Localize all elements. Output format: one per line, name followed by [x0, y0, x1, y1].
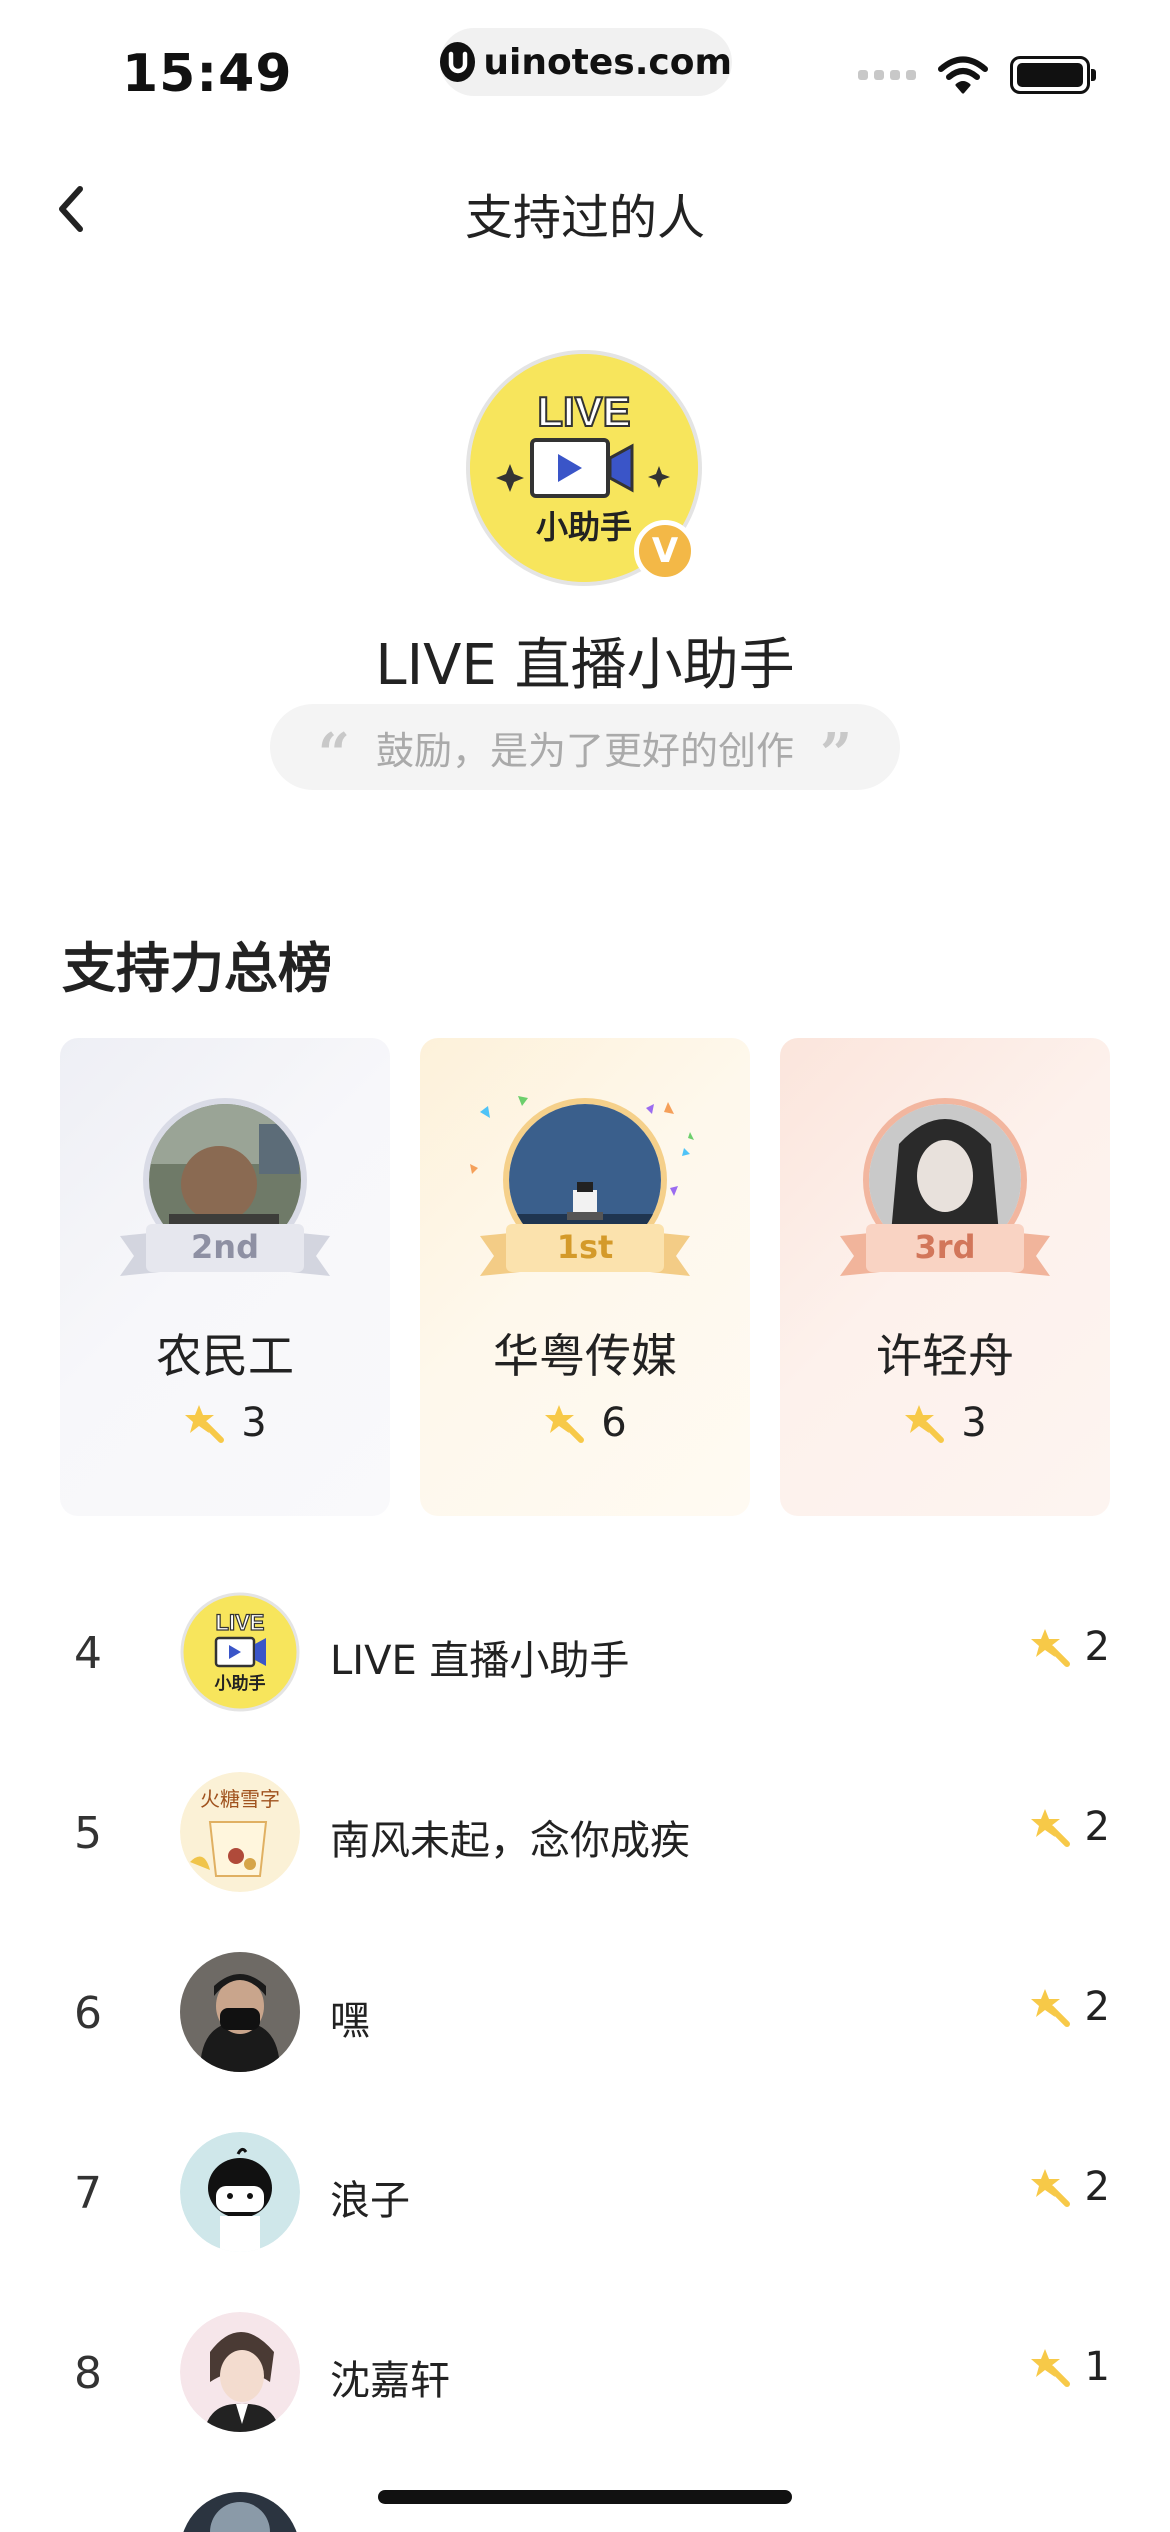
avatar [180, 2312, 300, 2432]
avatar [180, 1952, 300, 2072]
magic-wand-icon [1030, 2349, 1070, 2387]
list-item[interactable]: 5 火糖雪字 南风未起，念你成疾 2 [0, 1772, 1170, 1892]
avatar: LIVE 小助手 [180, 1592, 300, 1712]
podium-card-2nd[interactable]: 2nd 农民工 3 [60, 1038, 390, 1516]
list-score: 2 [1029, 1984, 1110, 2030]
leaderboard-title: 支持力总榜 [62, 937, 332, 1000]
motto-text: 鼓励，是为了更好的创作 [375, 728, 794, 773]
svg-text:火糖雪字: 火糖雪字 [200, 1787, 280, 1811]
open-quote-icon: “ [317, 721, 350, 787]
list-score: 2 [1029, 2164, 1110, 2210]
page-title: 支持过的人 [464, 190, 705, 246]
cellular-signal-icon [858, 70, 916, 80]
magic-wand-icon [1030, 2169, 1070, 2207]
svg-text:小助手: 小助手 [215, 1673, 266, 1694]
list-rank: 8 [74, 2348, 102, 2399]
supporters-page: 15:49 uinotes.com 支持过的人 LIVE 小助手 V LIVE … [0, 0, 1170, 2532]
verified-badge: V [634, 520, 696, 582]
magic-wand-icon [185, 1405, 225, 1443]
podium-score: 3 [780, 1400, 1110, 1446]
podium-score: 6 [420, 1400, 750, 1446]
magic-wand-icon [1030, 1989, 1070, 2027]
url-pill[interactable]: uinotes.com [440, 28, 732, 96]
url-text: uinotes.com [483, 41, 732, 83]
podium-name: 许轻舟 [876, 1329, 1014, 1383]
motto-pill: “ 鼓励，是为了更好的创作 ” [270, 704, 900, 790]
magic-wand-icon [545, 1405, 585, 1443]
list-score: 2 [1029, 1624, 1110, 1670]
podium-card-1st[interactable]: 1st 华粤传媒 6 [420, 1038, 750, 1516]
list-item[interactable]: 7 浪子 2 [0, 2132, 1170, 2252]
rank-label: 2nd [191, 1228, 259, 1266]
list-name: 嘿 [330, 1998, 370, 2044]
list-item[interactable]: 6 嘿 2 [0, 1952, 1170, 2072]
podium-card-3rd[interactable]: 3rd 许轻舟 3 [780, 1038, 1110, 1516]
podium-name: 农民工 [156, 1329, 294, 1383]
close-quote-icon: ” [820, 721, 853, 787]
avatar-partial [180, 2492, 300, 2532]
magic-wand-icon [1030, 1809, 1070, 1847]
battery-icon [1010, 56, 1096, 94]
list-name: 南风未起，念你成疾 [330, 1818, 690, 1864]
svg-text:LIVE: LIVE [537, 388, 630, 435]
status-bar: 15:49 uinotes.com [0, 0, 1170, 130]
list-rank: 7 [74, 2168, 102, 2219]
magic-wand-icon [905, 1405, 945, 1443]
avatar [180, 2132, 300, 2252]
svg-text:小助手: 小助手 [536, 508, 632, 546]
avatar: 火糖雪字 [180, 1772, 300, 1892]
podium-score: 3 [60, 1400, 390, 1446]
svg-text:LIVE: LIVE [216, 1610, 265, 1635]
home-indicator[interactable] [378, 2490, 792, 2504]
rank-label: 1st [556, 1228, 614, 1266]
list-name: LIVE 直播小助手 [330, 1638, 630, 1684]
list-item[interactable]: 4 LIVE 小助手 LIVE 直播小助手 2 [0, 1592, 1170, 1712]
list-item[interactable]: 8 沈嘉轩 1 [0, 2312, 1170, 2432]
list-rank: 5 [74, 1808, 102, 1859]
podium-name: 华粤传媒 [493, 1329, 677, 1383]
rank-label: 3rd [914, 1228, 976, 1266]
profile-name: LIVE 直播小助手 [375, 633, 795, 698]
status-icons [858, 56, 1096, 94]
list-rank: 6 [74, 1988, 102, 2039]
list-rank: 4 [74, 1628, 102, 1679]
list-name: 沈嘉轩 [330, 2358, 450, 2404]
uinotes-logo-icon [440, 42, 476, 82]
list-score: 1 [1029, 2344, 1110, 2390]
wifi-icon [938, 56, 988, 94]
list-score: 2 [1029, 1804, 1110, 1850]
magic-wand-icon [1030, 1629, 1070, 1667]
list-name: 浪子 [330, 2178, 410, 2224]
nav-bar: 支持过的人 [0, 160, 1170, 256]
status-time: 15:49 [122, 44, 293, 104]
